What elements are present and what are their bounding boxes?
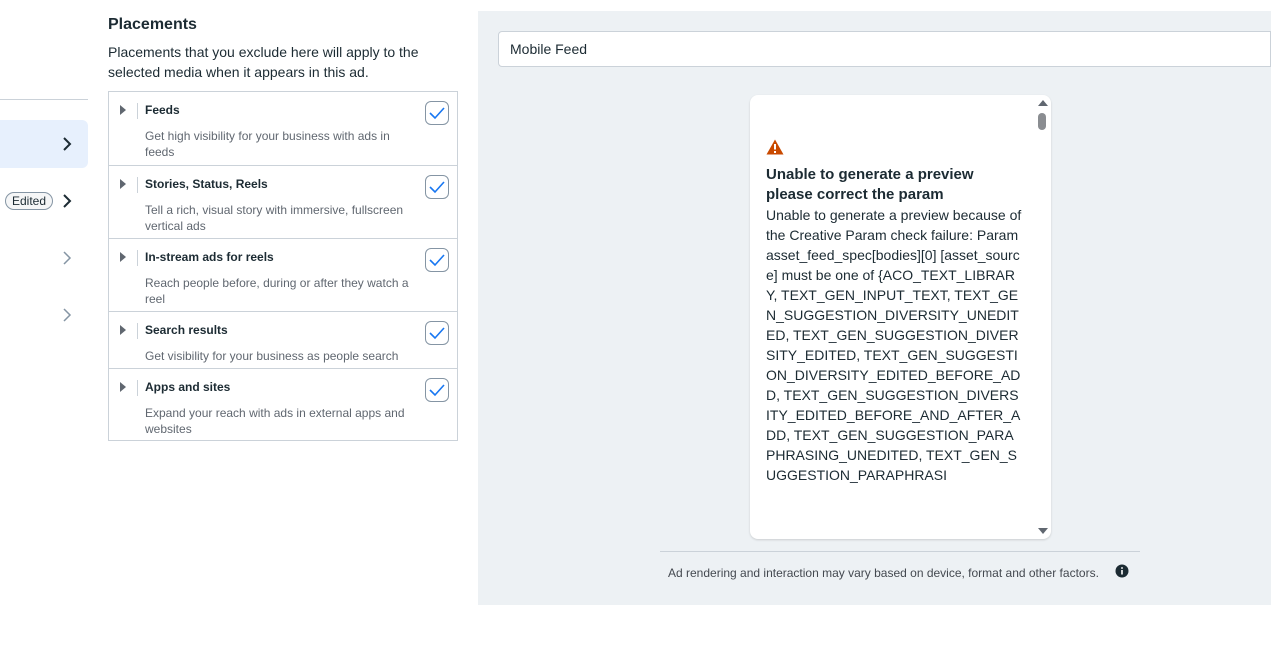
info-icon[interactable] xyxy=(1115,564,1129,578)
expand-caret-icon[interactable] xyxy=(120,179,126,189)
ad-preview-card: Unable to generate a preview please corr… xyxy=(750,95,1051,539)
chevron-right-icon xyxy=(63,308,72,322)
placement-title: Feeds xyxy=(145,103,180,117)
divider xyxy=(137,177,138,193)
chevron-right-icon xyxy=(63,194,72,208)
expand-caret-icon[interactable] xyxy=(120,382,126,392)
placement-subtitle: Reach people before, during or after the… xyxy=(145,276,409,306)
expand-caret-icon[interactable] xyxy=(120,252,126,262)
preview-panel: Mobile Feed Unable to generate a preview… xyxy=(478,11,1271,605)
placements-description: Placements that you exclude here will ap… xyxy=(108,44,419,80)
preview-scrollbar[interactable] xyxy=(1035,95,1051,539)
placement-subtitle: Get visibility for your business as peop… xyxy=(145,349,399,363)
rail-item-3[interactable] xyxy=(0,234,88,282)
rail-divider xyxy=(0,99,88,100)
expand-caret-icon[interactable] xyxy=(120,325,126,335)
chevron-right-icon xyxy=(63,137,72,151)
checkmark-icon xyxy=(429,107,445,120)
placement-checkbox[interactable] xyxy=(425,101,449,125)
placement-checkbox[interactable] xyxy=(425,175,449,199)
error-body: Unable to generate a preview because of … xyxy=(766,207,1022,483)
placement-checkbox[interactable] xyxy=(425,248,449,272)
placement-list: Feeds Get high visibility for your busin… xyxy=(108,91,458,441)
divider xyxy=(137,380,138,396)
placement-checkbox[interactable] xyxy=(425,321,449,345)
placement-subtitle: Get high visibility for your business wi… xyxy=(145,129,390,159)
rendering-disclaimer: Ad rendering and interaction may vary ba… xyxy=(668,566,1099,580)
placement-checkbox[interactable] xyxy=(425,378,449,402)
placement-preview-select[interactable]: Mobile Feed xyxy=(498,31,1271,67)
placements-title: Placements xyxy=(108,16,197,33)
placement-title: Search results xyxy=(145,323,228,337)
checkmark-icon xyxy=(429,384,445,397)
footer-divider xyxy=(660,551,1140,552)
placement-title: In-stream ads for reels xyxy=(145,250,274,264)
chevron-right-icon xyxy=(63,251,72,265)
placement-row-stories: Stories, Status, Reels Tell a rich, visu… xyxy=(109,165,457,238)
error-title: Unable to generate a preview please corr… xyxy=(766,166,974,203)
left-rail: Edited xyxy=(0,0,90,645)
placement-subtitle: Tell a rich, visual story with immersive… xyxy=(145,203,404,233)
divider xyxy=(137,250,138,266)
rail-item-2[interactable] xyxy=(0,177,88,225)
rail-item-1[interactable] xyxy=(0,120,88,168)
placements-section: Placements Placements that you exclude h… xyxy=(108,14,460,82)
divider xyxy=(137,323,138,339)
placement-row-instream-reels: In-stream ads for reels Reach people bef… xyxy=(109,238,457,311)
checkmark-icon xyxy=(429,254,445,267)
scroll-thumb[interactable] xyxy=(1038,113,1046,130)
rail-item-4[interactable] xyxy=(0,291,88,339)
warning-icon xyxy=(766,139,784,155)
expand-caret-icon[interactable] xyxy=(120,105,126,115)
placement-row-feeds: Feeds Get high visibility for your busin… xyxy=(109,92,457,165)
divider xyxy=(137,103,138,119)
scroll-down-arrow-icon[interactable] xyxy=(1038,528,1048,534)
placement-title: Stories, Status, Reels xyxy=(145,177,268,191)
placement-row-search-results: Search results Get visibility for your b… xyxy=(109,311,457,368)
placement-subtitle: Expand your reach with ads in external a… xyxy=(145,406,405,436)
checkmark-icon xyxy=(429,181,445,194)
placement-row-apps-sites: Apps and sites Expand your reach with ad… xyxy=(109,368,457,440)
preview-error: Unable to generate a preview please corr… xyxy=(766,139,1022,485)
scroll-up-arrow-icon[interactable] xyxy=(1038,100,1048,106)
placement-title: Apps and sites xyxy=(145,380,231,394)
checkmark-icon xyxy=(429,327,445,340)
